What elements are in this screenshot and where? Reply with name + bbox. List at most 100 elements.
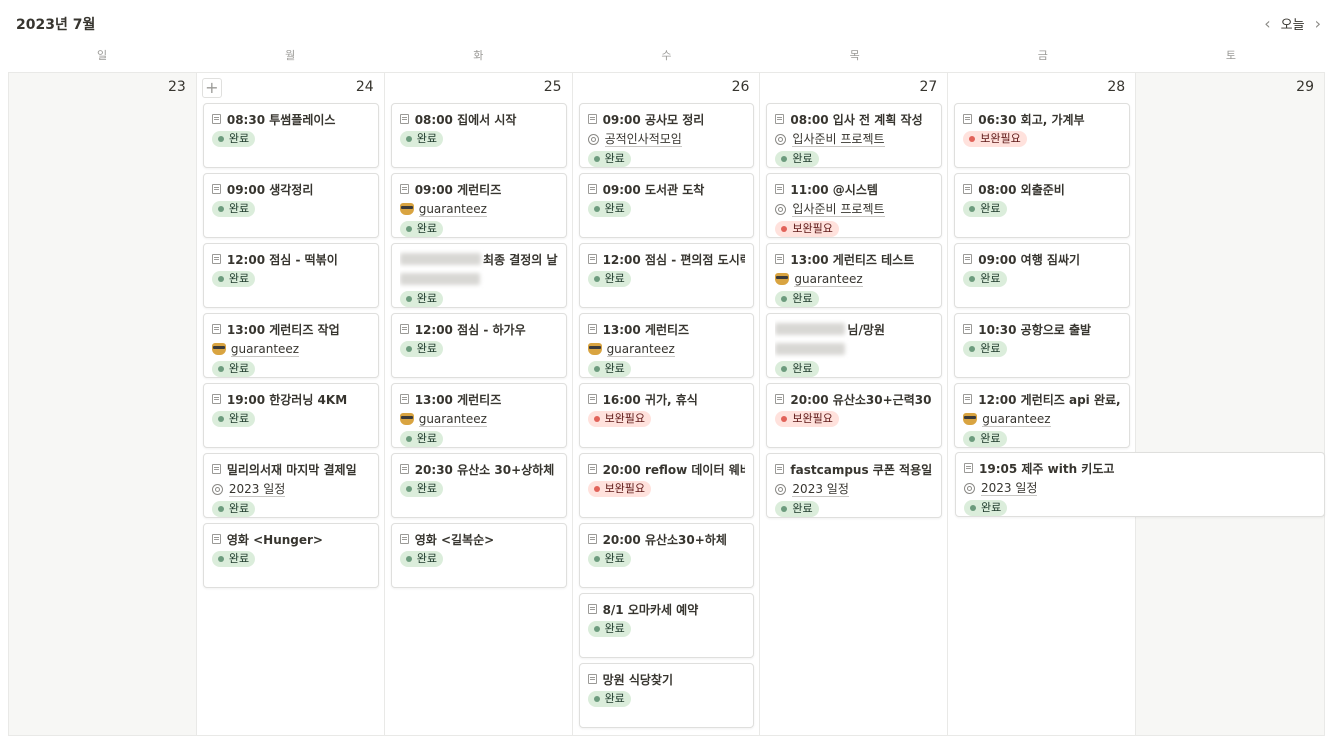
event-title: fastcampus 쿠폰 적용일 xyxy=(790,462,933,477)
event-title: 13:00 게런티즈 xyxy=(414,392,502,407)
event-title: 12:00 점심 - 떡볶이 xyxy=(226,252,338,267)
event-title: 11:00 @시스템 xyxy=(790,182,878,197)
event-card[interactable]: 09:00 공사모 정리 공적인사적모임 완료 xyxy=(578,103,755,168)
day-number: 27 xyxy=(919,79,938,95)
event-card[interactable]: 16:00 귀가, 휴식 보완필요 xyxy=(578,383,755,448)
event-card[interactable]: 20:00 reflow 데이터 웨비나 보완필요 xyxy=(578,453,755,518)
today-button[interactable]: 오늘 xyxy=(1281,14,1305,33)
event-card[interactable]: fastcampus 쿠폰 적용일 2023 일정 완료 xyxy=(766,453,943,518)
relation-link[interactable]: 2023 일정 xyxy=(981,481,1038,496)
status-badge: 보완필요 xyxy=(587,481,652,497)
add-event-button[interactable]: + xyxy=(201,78,222,98)
page-icon xyxy=(964,463,973,473)
relation-link[interactable]: 입사준비 프로젝트 xyxy=(792,202,885,217)
chevron-left-icon[interactable]: ‹ xyxy=(1264,15,1270,32)
event-title: 영화 <Hunger> xyxy=(226,532,323,547)
event-card[interactable]: 08:00 외출준비 완료 xyxy=(954,173,1131,238)
status-badge: 완료 xyxy=(963,341,1007,357)
page-icon xyxy=(399,464,409,474)
status-badge: 완료 xyxy=(587,621,631,637)
status-badge: 완료 xyxy=(775,361,819,377)
relation-link[interactable]: 공적인사적모임 xyxy=(604,132,682,147)
relation-link[interactable]: 2023 일정 xyxy=(228,482,286,497)
status-badge: 완료 xyxy=(399,131,443,147)
relation-link[interactable]: guaranteez xyxy=(230,342,300,357)
weekday-header: 일 월 화 수 목 금 토 xyxy=(8,48,1325,72)
event-title: 8/1 오마카세 예약 xyxy=(602,602,699,617)
event-card[interactable]: 최종 결정의 날 완료 xyxy=(390,243,567,308)
relation-link[interactable]: guaranteez xyxy=(794,272,863,287)
page-icon xyxy=(587,254,597,264)
day-cell[interactable]: 28 06:30 회고, 가계부 보완필요 08:00 외출준비 완료 09:0… xyxy=(948,73,1137,735)
calendar-header: 2023년 7월 ‹ 오늘 › xyxy=(0,0,1333,48)
event-title: 10:30 공항으로 출발 xyxy=(978,322,1092,337)
day-cell[interactable]: 26 09:00 공사모 정리 공적인사적모임 완료 09:00 도서관 도착 … xyxy=(573,73,761,735)
month-navigation: ‹ 오늘 › xyxy=(1264,14,1321,33)
relation-link[interactable]: 2023 일정 xyxy=(792,482,849,497)
event-card[interactable]: 12:00 점심 - 떡볶이 완료 xyxy=(202,243,379,308)
relation-link[interactable]: 입사준비 프로젝트 xyxy=(792,132,885,147)
event-card[interactable]: 망원 식당찾기 완료 xyxy=(578,663,755,728)
event-card[interactable]: 06:30 회고, 가계부 보완필요 xyxy=(954,103,1131,168)
event-card[interactable]: 12:00 점심 - 편의점 도시락 완료 xyxy=(578,243,755,308)
relation-link[interactable]: guaranteez xyxy=(418,202,487,217)
event-card[interactable]: 13:00 게런티즈 테스트 guaranteez 완료 xyxy=(766,243,943,308)
relation-link[interactable]: guaranteez xyxy=(982,412,1051,427)
event-card[interactable]: 13:00 게런티즈 작업 guaranteez 완료 xyxy=(202,313,379,378)
event-card[interactable]: 20:00 유산소30+근력30 보완필요 xyxy=(766,383,943,448)
day-cell[interactable]: 23 xyxy=(9,73,197,735)
event-card[interactable]: 08:00 입사 전 계획 작성 입사준비 프로젝트 완료 xyxy=(766,103,943,168)
event-card-multiday[interactable]: 19:05 제주 with 키도고 2023 일정 완료 xyxy=(955,452,1325,517)
day-cell[interactable]: + 24 08:30 투썸플레이스 완료 09:00 생각정리 완료 12:00… xyxy=(197,73,385,735)
event-card[interactable]: 20:30 유산소 30+상하체 완료 xyxy=(390,453,567,518)
event-card[interactable]: 09:00 도서관 도착 완료 xyxy=(578,173,755,238)
event-card[interactable]: 8/1 오마카세 예약 완료 xyxy=(578,593,755,658)
event-title: 12:00 점심 - 편의점 도시락 xyxy=(602,252,746,267)
target-icon xyxy=(964,482,975,494)
event-card[interactable]: 09:00 여행 짐싸기 완료 xyxy=(954,243,1131,308)
status-badge: 완료 xyxy=(775,151,819,167)
status-badge: 완료 xyxy=(399,551,443,567)
event-card[interactable]: 님/망원 완료 xyxy=(766,313,943,378)
page-icon xyxy=(587,464,597,474)
event-card[interactable]: 09:00 생각정리 완료 xyxy=(202,173,379,238)
page-icon xyxy=(963,394,973,404)
event-card[interactable]: 08:00 집에서 시작 완료 xyxy=(390,103,567,168)
event-title: 13:00 게런티즈 작업 xyxy=(226,322,340,337)
sunglasses-emoji-icon xyxy=(399,413,414,425)
event-title: 08:00 외출준비 xyxy=(978,182,1065,197)
chevron-right-icon[interactable]: › xyxy=(1315,15,1321,32)
event-title: 20:00 reflow 데이터 웨비나 xyxy=(602,462,746,477)
event-card[interactable]: 10:30 공항으로 출발 완료 xyxy=(954,313,1131,378)
page-icon xyxy=(963,254,973,264)
sunglasses-emoji-icon xyxy=(775,273,790,285)
page-icon xyxy=(775,394,785,404)
event-card[interactable]: 12:00 게런티즈 api 완료, ... guaranteez 완료 xyxy=(954,383,1131,448)
event-card[interactable]: 09:00 게런티즈 guaranteez 완료 xyxy=(390,173,567,238)
redacted-text xyxy=(399,273,480,285)
day-cell[interactable]: 29 xyxy=(1136,73,1324,735)
event-card[interactable]: 영화 <길복순> 완료 xyxy=(390,523,567,588)
event-card[interactable]: 08:30 투썸플레이스 완료 xyxy=(202,103,379,168)
event-title: 09:00 공사모 정리 xyxy=(602,112,705,127)
status-badge: 완료 xyxy=(587,691,631,707)
day-cell[interactable]: 27 08:00 입사 전 계획 작성 입사준비 프로젝트 완료 11:00 @… xyxy=(760,73,949,735)
relation-link[interactable]: guaranteez xyxy=(606,342,675,357)
event-title: 님/망원 xyxy=(847,322,885,337)
day-cell[interactable]: 25 08:00 집에서 시작 완료 09:00 게런티즈 guaranteez… xyxy=(385,73,573,735)
event-card[interactable]: 영화 <Hunger> 완료 xyxy=(202,523,379,588)
event-card[interactable]: 19:00 한강러닝 4KM 완료 xyxy=(202,383,379,448)
day-number: 25 xyxy=(543,79,562,95)
event-title: 09:00 여행 짐싸기 xyxy=(978,252,1081,267)
event-card[interactable]: 13:00 게런티즈 guaranteez 완료 xyxy=(578,313,755,378)
event-card[interactable]: 11:00 @시스템 입사준비 프로젝트 보완필요 xyxy=(766,173,943,238)
relation-link[interactable]: guaranteez xyxy=(418,412,487,427)
event-card[interactable]: 밀리의서재 마지막 결제일 2023 일정 완료 xyxy=(202,453,379,518)
status-badge: 완료 xyxy=(211,501,256,517)
event-title: 영화 <길복순> xyxy=(414,532,495,547)
target-icon xyxy=(775,203,787,215)
event-card[interactable]: 12:00 점심 - 하가우 완료 xyxy=(390,313,567,378)
month-title: 2023년 7월 xyxy=(16,17,96,33)
event-card[interactable]: 13:00 게런티즈 guaranteez 완료 xyxy=(390,383,567,448)
event-card[interactable]: 20:00 유산소30+하체 완료 xyxy=(578,523,755,588)
